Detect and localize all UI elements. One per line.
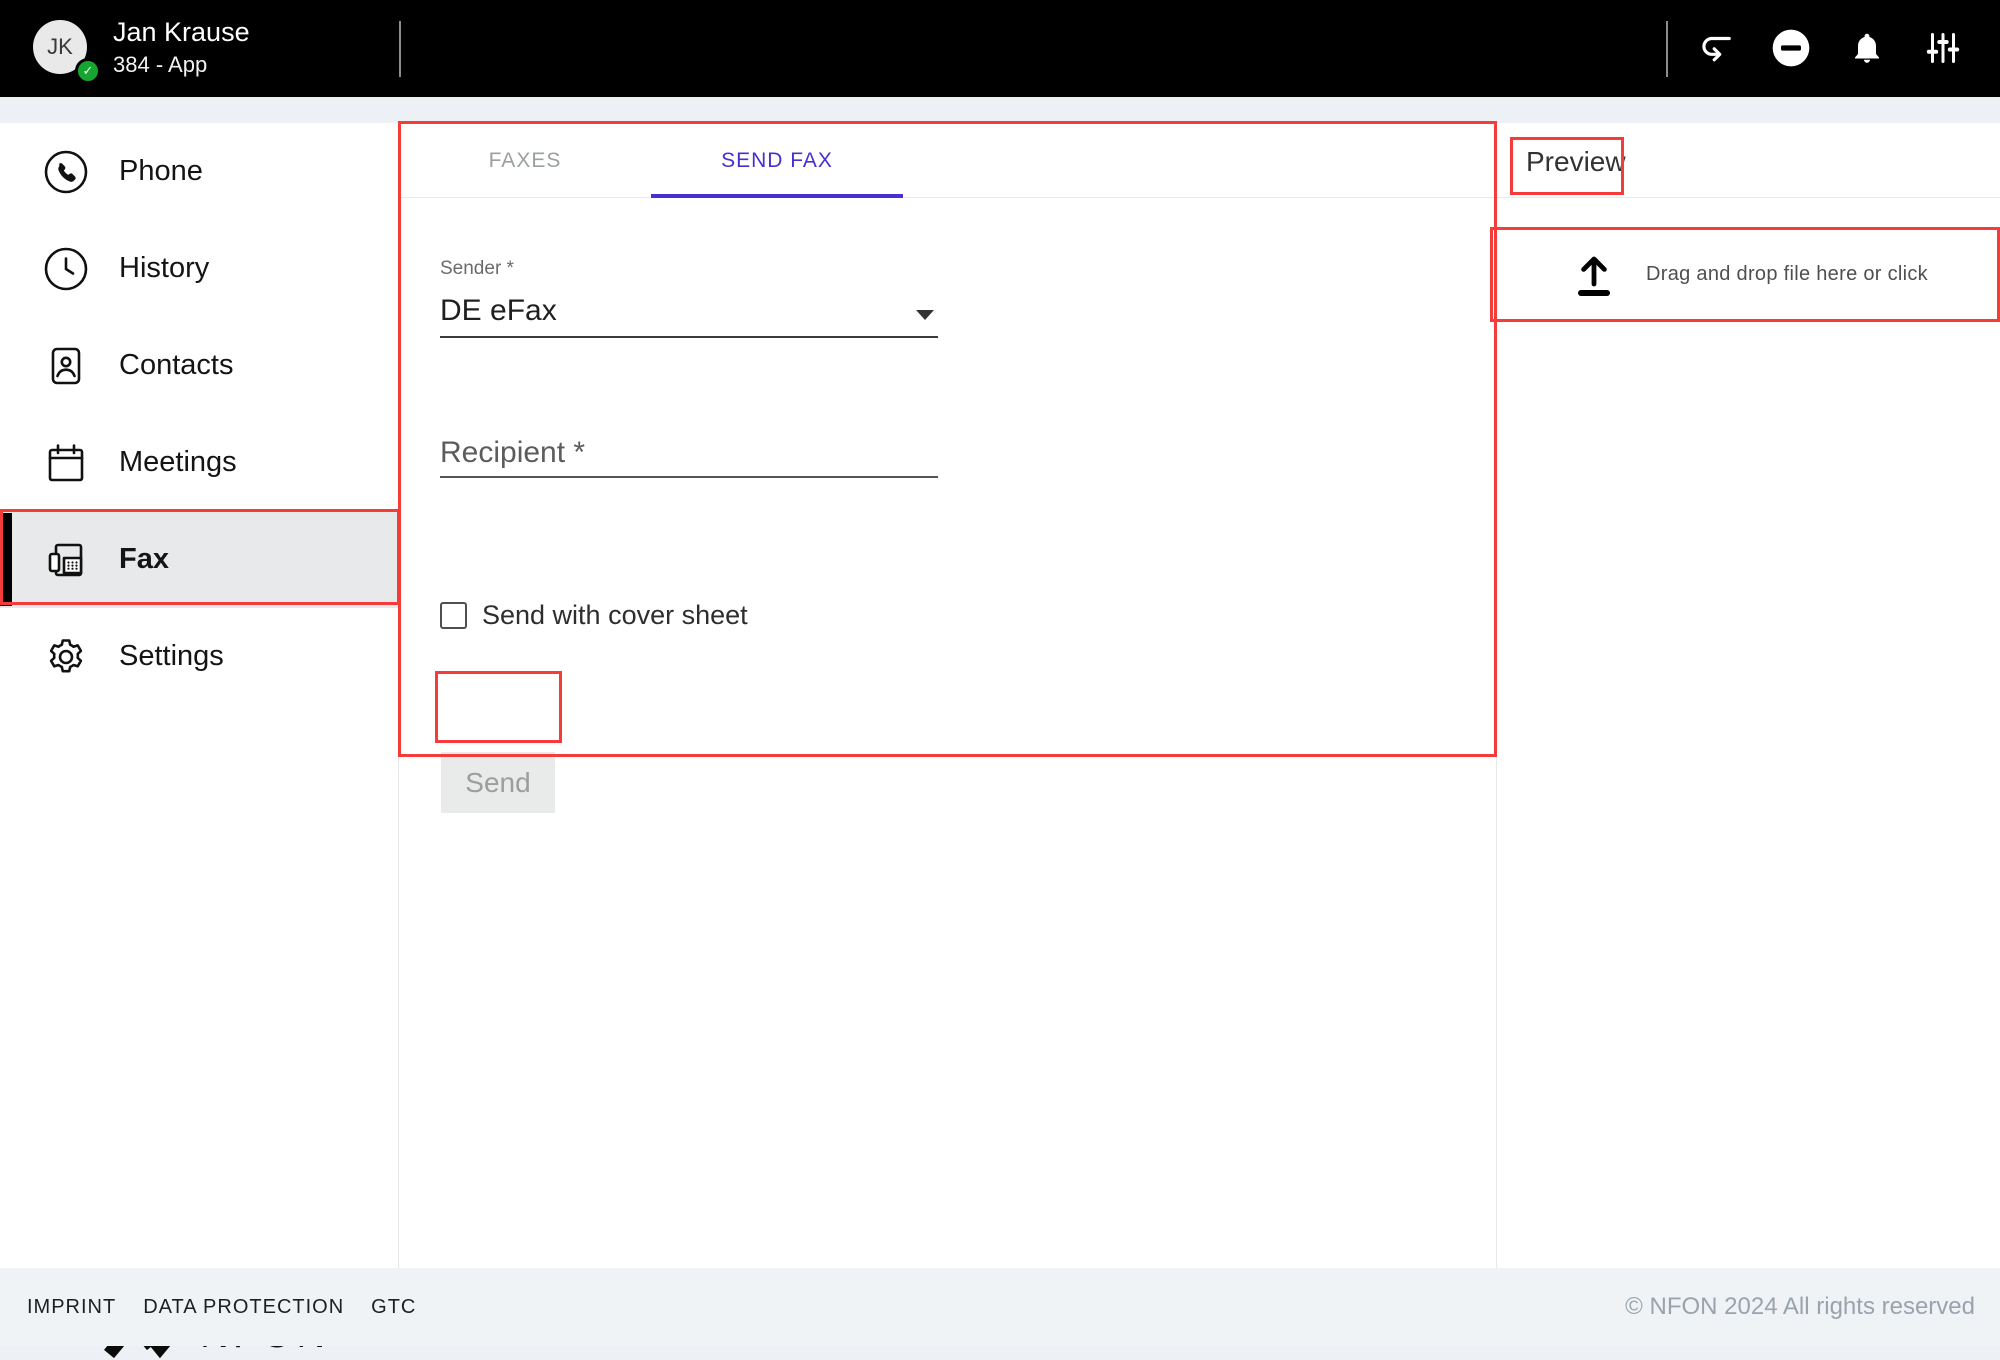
footer-link-gtc[interactable]: GTC xyxy=(371,1296,416,1319)
preview-panel: Preview Drag and drop file here or click xyxy=(1496,123,2000,1268)
topbar-divider xyxy=(399,21,401,77)
audio-settings-sliders-icon[interactable] xyxy=(1922,26,1964,70)
topbar-icons-divider xyxy=(1666,21,1668,77)
file-dropzone[interactable]: Drag and drop file here or click xyxy=(1497,228,2000,321)
footer-links: IMPRINT DATA PROTECTION GTC xyxy=(27,1296,416,1319)
recipient-input[interactable] xyxy=(440,430,938,478)
sidebar-item-contacts[interactable]: Contacts xyxy=(0,317,398,414)
sender-select[interactable]: DE eFax xyxy=(440,288,938,338)
upload-arrow-icon xyxy=(1570,251,1618,299)
sidebar-item-settings[interactable]: Settings xyxy=(0,608,398,705)
sidebar-item-fax[interactable]: Fax xyxy=(0,511,398,608)
fax-machine-icon xyxy=(43,537,89,583)
contacts-icon xyxy=(43,343,89,389)
top-bar: JK ✓ Jan Krause 384 - App xyxy=(0,0,2000,97)
user-name: Jan Krause xyxy=(113,17,250,48)
chevron-down-icon xyxy=(916,310,934,320)
tab-faxes[interactable]: FAXES xyxy=(399,123,651,198)
topbar-icon-group xyxy=(1694,26,1964,70)
fax-panel: FAXES SEND FAX Sender * DE eFax Send wit… xyxy=(399,123,1496,1268)
sidebar-item-history[interactable]: History xyxy=(0,220,398,317)
footer-bar: IMPRINT DATA PROTECTION GTC © NFON 2024 … xyxy=(0,1268,2000,1346)
footer-link-data-protection[interactable]: DATA PROTECTION xyxy=(143,1296,344,1319)
user-extension: 384 - App xyxy=(113,52,207,78)
status-available-icon: ✓ xyxy=(75,58,101,84)
footer-link-imprint[interactable]: IMPRINT xyxy=(27,1296,116,1319)
sidebar-item-label: History xyxy=(119,252,209,285)
meetings-calendar-icon xyxy=(43,440,89,486)
do-not-disturb-icon[interactable] xyxy=(1770,26,1812,70)
call-forward-icon[interactable] xyxy=(1694,26,1736,70)
history-clock-icon xyxy=(43,246,89,292)
send-button[interactable]: Send xyxy=(441,752,555,813)
selected-indicator-bar xyxy=(0,513,12,606)
tab-send-fax[interactable]: SEND FAX xyxy=(651,123,903,198)
user-avatar[interactable]: JK ✓ xyxy=(33,20,87,74)
cover-sheet-option[interactable]: Send with cover sheet xyxy=(440,600,748,631)
phone-icon xyxy=(43,149,89,195)
cover-sheet-label: Send with cover sheet xyxy=(482,600,748,631)
sidebar-item-label: Meetings xyxy=(119,446,237,479)
notifications-bell-icon[interactable] xyxy=(1846,26,1888,70)
sidebar-item-phone[interactable]: Phone xyxy=(0,123,398,220)
dropzone-label: Drag and drop file here or click xyxy=(1646,263,1928,286)
settings-gear-icon xyxy=(43,634,89,680)
sidebar-item-label: Contacts xyxy=(119,349,233,382)
sender-selected-value: DE eFax xyxy=(440,288,938,328)
preview-header: Preview xyxy=(1497,123,2000,198)
sidebar-item-meetings[interactable]: Meetings xyxy=(0,414,398,511)
sidebar-item-label: Phone xyxy=(119,155,203,188)
sidebar-item-label: Fax xyxy=(119,543,169,576)
preview-title: Preview xyxy=(1526,146,1626,178)
fax-tab-bar: FAXES SEND FAX xyxy=(399,123,1496,198)
sidebar-item-label: Settings xyxy=(119,640,224,673)
cover-sheet-checkbox[interactable] xyxy=(440,602,467,629)
sidebar-nav: Phone History Contacts Meetings xyxy=(0,123,399,1268)
footer-copyright: © NFON 2024 All rights reserved xyxy=(1625,1293,1975,1321)
sender-field-label: Sender * xyxy=(440,258,514,280)
